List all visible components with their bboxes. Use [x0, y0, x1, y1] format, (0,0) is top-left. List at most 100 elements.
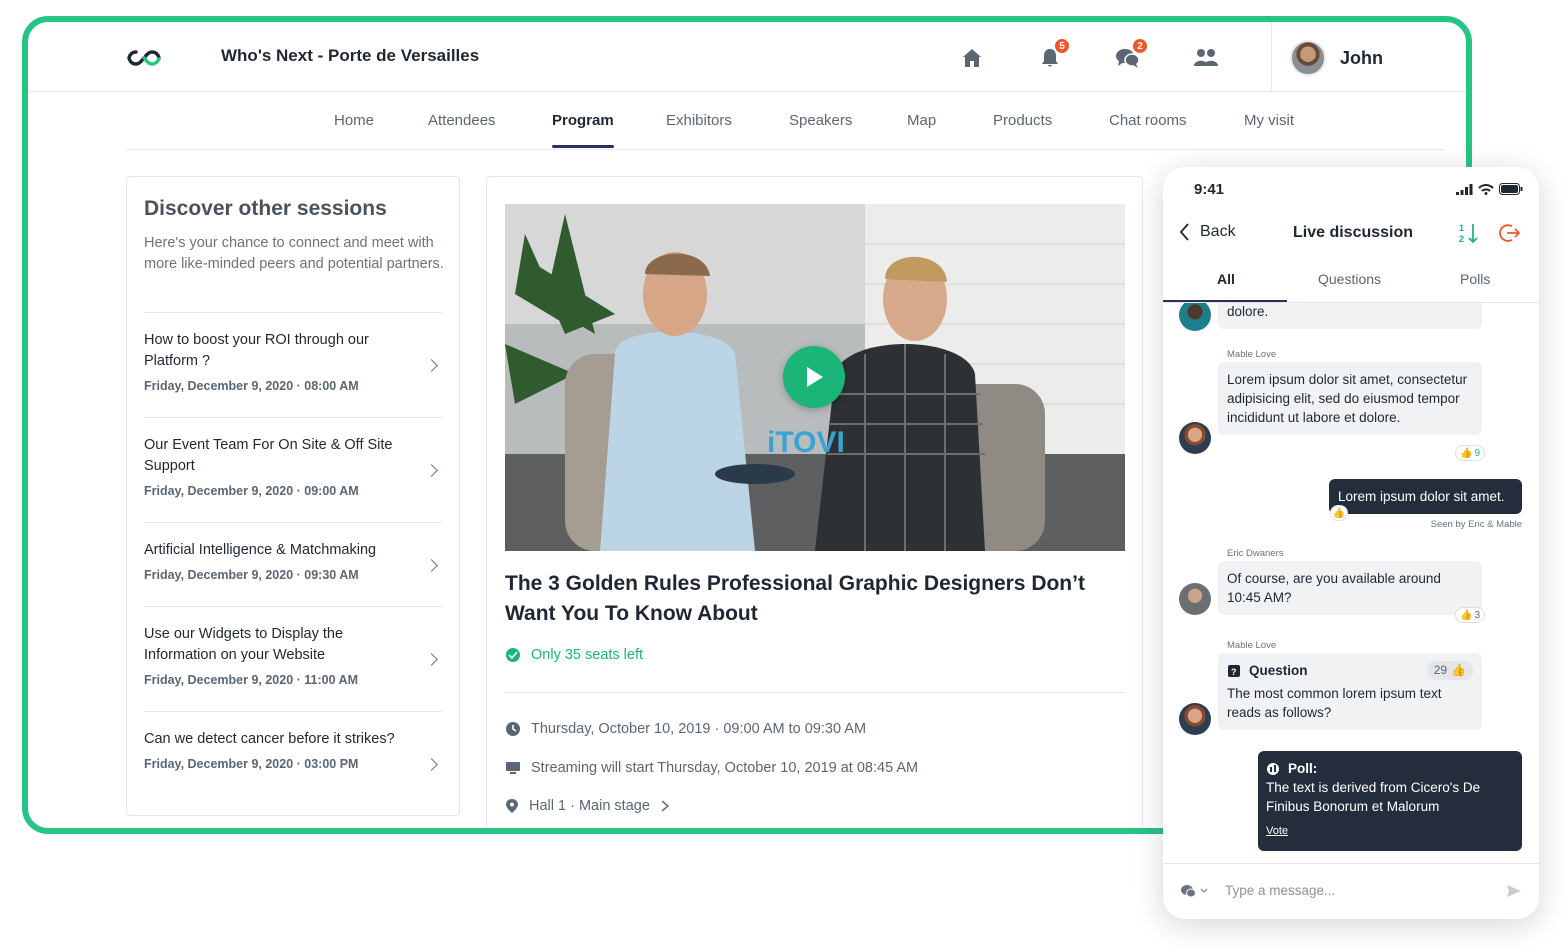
session-date: Friday, December 9, 2020 · 03:00 PM: [144, 757, 359, 771]
sessions-title: Discover other sessions: [144, 197, 387, 220]
upvote-count: 29: [1433, 663, 1448, 677]
session-item[interactable]: Can we detect cancer before it strikes? …: [144, 711, 442, 816]
leave-icon[interactable]: [1499, 223, 1521, 243]
question-header: ? Question 29 👍: [1227, 661, 1473, 680]
avatar: [1179, 703, 1211, 735]
session-title: Artificial Intelligence & Matchmaking: [144, 542, 377, 558]
nav-home[interactable]: Home: [334, 112, 374, 129]
nav-program[interactable]: Program: [552, 112, 614, 129]
session-item[interactable]: Our Event Team For On Site & Off Site Su…: [144, 417, 442, 522]
tab-active-indicator: [1163, 300, 1287, 302]
play-button[interactable]: [783, 346, 845, 408]
top-bar: Who's Next - Porte de Versailles 5 2 Joh…: [28, 22, 1466, 92]
chat-tabs: All Questions Polls: [1163, 263, 1539, 303]
location-pin-icon: [506, 799, 518, 813]
main-nav: Home Attendees Program Exhibitors Speake…: [126, 92, 1444, 150]
avatar: [1179, 583, 1211, 615]
session-detail: iTOVI The 3 Golden Rules Professional Gr…: [486, 176, 1143, 828]
datetime-text: Thursday, October 10, 2019 · 09:00 AM to…: [531, 721, 867, 737]
clock-icon: [506, 722, 520, 736]
event-title: Who's Next - Porte de Versailles: [221, 46, 480, 65]
seats-text: Only 35 seats left: [531, 647, 644, 663]
chat-bubbles-icon[interactable]: 2: [1114, 38, 1148, 72]
message-text: Lorem ipsum dolor sit amet.: [1338, 489, 1505, 504]
seats-remaining: Only 35 seats left: [505, 647, 643, 663]
svg-text:1: 1: [1459, 223, 1464, 233]
sender-name: Mable Love: [1227, 640, 1277, 651]
nav-speakers[interactable]: Speakers: [789, 112, 852, 129]
message-composer: Type a message...: [1163, 863, 1539, 919]
upvote-button[interactable]: 29 👍: [1426, 661, 1473, 680]
battery-icon: [1499, 183, 1523, 195]
message-input[interactable]: Type a message...: [1225, 883, 1335, 898]
message-text: Lorem ipsum dolor sit amet, consectetur …: [1227, 372, 1468, 425]
mobile-chat: 9:41 Back Live discussion 1 2 All Questi…: [1163, 167, 1539, 919]
chat-mode-icon[interactable]: [1180, 883, 1210, 899]
ticket-icon: [506, 648, 520, 662]
session-datetime: Thursday, October 10, 2019 · 09:00 AM to…: [505, 721, 866, 737]
bell-icon[interactable]: 5: [1036, 38, 1070, 72]
thumbs-up-icon: 👍: [1451, 663, 1466, 677]
detail-divider: [505, 692, 1125, 693]
poll-label: Poll:: [1288, 761, 1318, 776]
nav-exhibitors[interactable]: Exhibitors: [666, 112, 732, 129]
wifi-icon: [1478, 183, 1494, 195]
people-icon[interactable]: [1192, 44, 1220, 72]
thumbs-up-icon: 👍: [1460, 609, 1473, 621]
like-count: 9: [1474, 447, 1481, 459]
status-icons: [1456, 183, 1523, 195]
avatar: [1179, 303, 1211, 331]
play-icon: [807, 367, 823, 387]
avatar: [1179, 422, 1211, 454]
chevron-right-icon: [425, 464, 438, 477]
session-location[interactable]: Hall 1 · Main stage: [505, 798, 670, 814]
sessions-panel: Discover other sessions Here's your chan…: [126, 176, 460, 816]
sender-name: Mable Love: [1227, 349, 1277, 360]
session-title: The 3 Golden Rules Professional Graphic …: [505, 572, 1085, 625]
poll-icon: [1267, 762, 1279, 775]
svg-text:2: 2: [1459, 234, 1464, 244]
session-item[interactable]: How to boost your ROI through our Platfo…: [144, 312, 442, 417]
like-count: 3: [1474, 609, 1481, 621]
session-item[interactable]: Artificial Intelligence & Matchmaking Fr…: [144, 522, 442, 606]
session-title: Our Event Team For On Site & Off Site Su…: [144, 437, 393, 474]
streaming-text: Streaming will start Thursday, October 1…: [531, 760, 919, 776]
notification-badge: 5: [1054, 38, 1070, 54]
like-reaction[interactable]: 👍: [1330, 505, 1348, 521]
session-title: Can we detect cancer before it strikes?: [144, 731, 395, 747]
session-streaming: Streaming will start Thursday, October 1…: [505, 760, 918, 776]
nav-active-indicator: [552, 145, 614, 148]
video-player[interactable]: iTOVI: [505, 204, 1125, 551]
sort-icon[interactable]: 1 2: [1459, 222, 1481, 244]
nav-map[interactable]: Map: [907, 112, 936, 129]
back-button[interactable]: Back: [1180, 223, 1236, 241]
own-message-bubble: Lorem ipsum dolor sit amet.: [1329, 479, 1522, 514]
message-text: Of course, are you available around 10:4…: [1227, 571, 1441, 605]
tab-all[interactable]: All: [1217, 271, 1235, 287]
vote-link[interactable]: Vote: [1266, 822, 1514, 841]
send-icon[interactable]: [1506, 883, 1522, 899]
tab-questions[interactable]: Questions: [1318, 271, 1381, 287]
screen-icon: [506, 762, 520, 774]
app-logo[interactable]: [126, 46, 162, 70]
nav-attendees[interactable]: Attendees: [428, 112, 496, 129]
nav-chat-rooms[interactable]: Chat rooms: [1109, 112, 1187, 129]
question-bubble: ? Question 29 👍 The most common lorem ip…: [1218, 653, 1482, 730]
session-date: Friday, December 9, 2020 · 11:00 AM: [144, 673, 358, 687]
message-bubble: dolore.: [1218, 303, 1482, 329]
user-name[interactable]: John: [1340, 48, 1383, 69]
like-reaction[interactable]: 👍 9: [1455, 445, 1486, 461]
chat-title: Live discussion: [1293, 224, 1414, 241]
session-date: Friday, December 9, 2020 · 09:30 AM: [144, 568, 359, 582]
tab-polls[interactable]: Polls: [1460, 271, 1490, 287]
user-avatar[interactable]: [1290, 40, 1326, 76]
home-icon[interactable]: [958, 44, 986, 72]
like-reaction[interactable]: 👍 3: [1455, 607, 1486, 623]
question-icon: ?: [1228, 664, 1240, 677]
poll-header: Poll:: [1266, 759, 1514, 778]
message-list: dolore. Mable Love Lorem ipsum dolor sit…: [1163, 303, 1539, 863]
nav-products[interactable]: Products: [993, 112, 1052, 129]
session-date: Friday, December 9, 2020 · 09:00 AM: [144, 484, 359, 498]
session-item[interactable]: Use our Widgets to Display the Informati…: [144, 606, 442, 711]
nav-my-visit[interactable]: My visit: [1244, 112, 1294, 129]
